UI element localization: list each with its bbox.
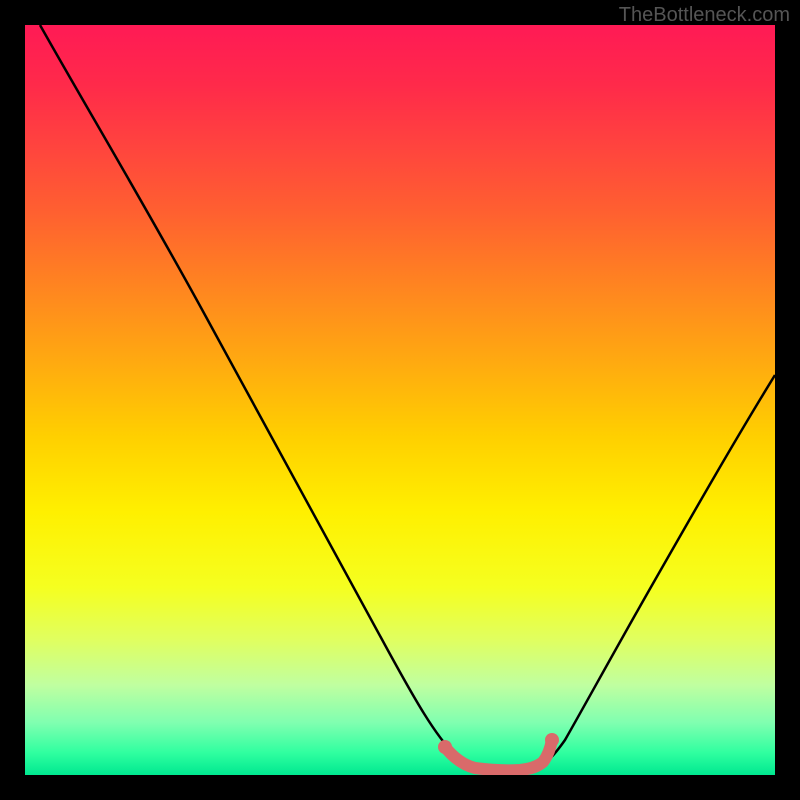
plot-area (25, 25, 775, 775)
optimal-start-dot (438, 740, 452, 754)
bottleneck-curve-path (40, 25, 775, 770)
watermark-text: TheBottleneck.com (619, 4, 790, 27)
chart-container: TheBottleneck.com (0, 0, 800, 800)
curve-svg (25, 25, 775, 775)
optimal-end-dot (545, 733, 559, 747)
optimal-zone-highlight (445, 740, 552, 770)
